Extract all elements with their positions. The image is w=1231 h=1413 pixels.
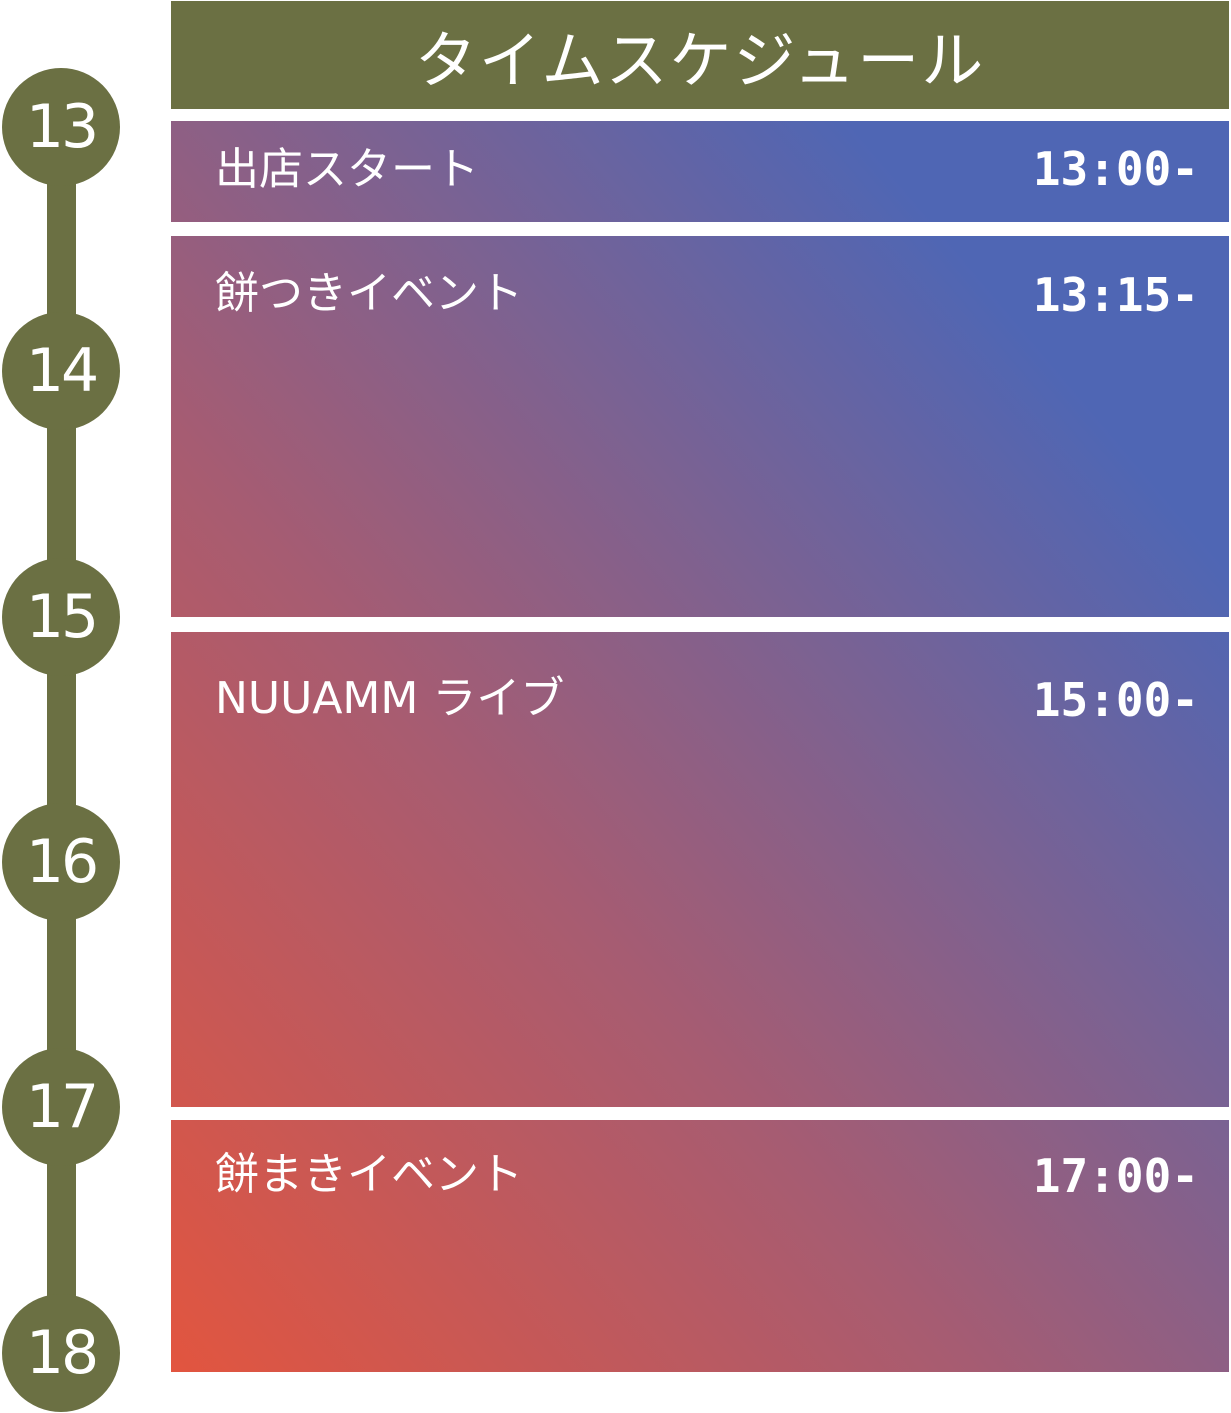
hour-marker-17: 17 xyxy=(2,1048,120,1166)
hour-marker-15: 15 xyxy=(2,558,120,676)
event-time-mochitsuki: 13:15- xyxy=(1032,268,1199,322)
time-schedule-page: 13 14 15 16 17 18 タイムスケジュール 出店スタート 13:00… xyxy=(0,0,1231,1413)
event-time-mochimaki: 17:00- xyxy=(1032,1149,1199,1203)
hour-marker-13: 13 xyxy=(2,68,120,186)
hour-marker-14: 14 xyxy=(2,312,120,430)
event-time-nuuamm-live: 15:00- xyxy=(1032,673,1199,727)
timeline-line xyxy=(47,120,76,1360)
event-time-shop-start: 13:00- xyxy=(1032,142,1199,196)
event-divider xyxy=(171,617,1229,632)
event-divider xyxy=(171,222,1229,236)
hour-marker-16: 16 xyxy=(2,803,120,921)
event-title-nuuamm-live: NUUAMM ライブ xyxy=(215,673,565,724)
event-divider xyxy=(171,1107,1229,1120)
event-title-mochimaki: 餅まきイベント xyxy=(215,1149,523,1200)
schedule-header: タイムスケジュール xyxy=(171,1,1229,109)
event-title-mochitsuki: 餅つきイベント xyxy=(215,268,523,319)
hour-marker-18: 18 xyxy=(2,1294,120,1412)
event-title-shop-start: 出店スタート xyxy=(215,144,479,195)
